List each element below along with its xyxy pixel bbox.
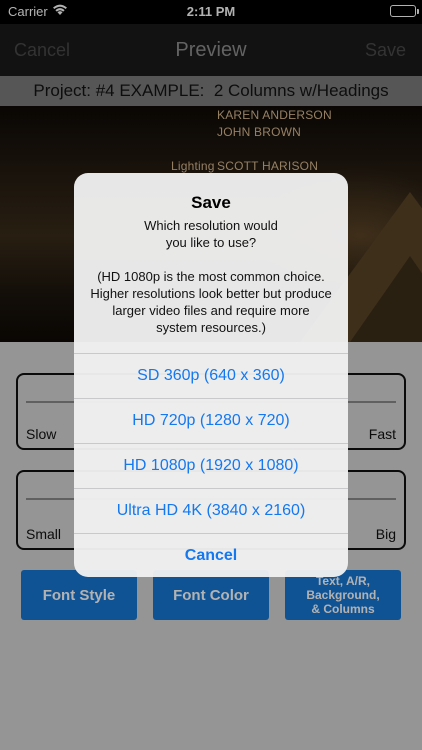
option-hd-720p[interactable]: HD 720p (1280 x 720) <box>74 398 348 443</box>
dialog-cancel-button[interactable]: Cancel <box>74 533 348 577</box>
option-hd-1080p[interactable]: HD 1080p (1920 x 1080) <box>74 443 348 488</box>
dialog-message: Which resolution would you like to use? … <box>90 218 332 335</box>
dialog-title: Save <box>191 193 231 212</box>
option-uhd-4k[interactable]: Ultra HD 4K (3840 x 2160) <box>74 488 348 533</box>
option-sd-360p[interactable]: SD 360p (640 x 360) <box>74 353 348 398</box>
save-resolution-dialog: Save Which resolution would you like to … <box>74 173 348 577</box>
